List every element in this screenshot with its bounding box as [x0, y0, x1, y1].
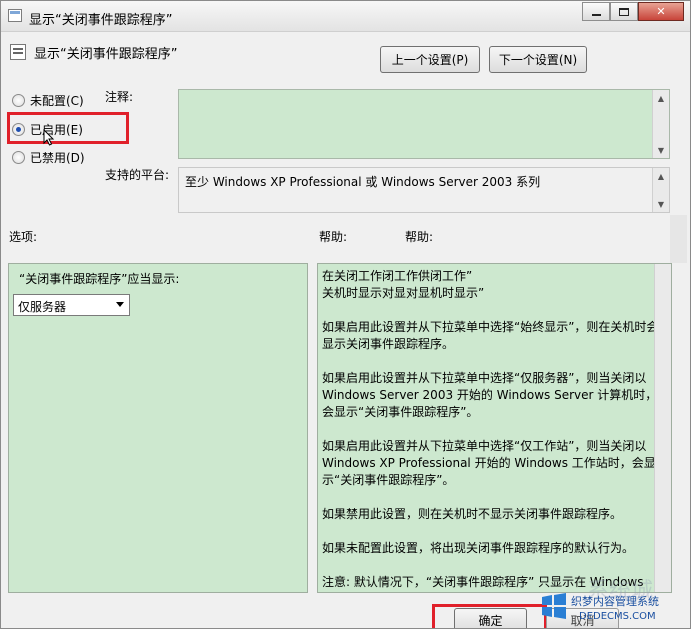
section-scrollbar[interactable] [670, 215, 687, 263]
close-button[interactable] [638, 2, 684, 21]
help-paragraph: 如果禁用此设置，则在关机时不显示关闭事件跟踪程序。 [322, 507, 623, 521]
help-text: 在关闭工作闭工作供闭工作” 关机时显示对显对显机时显示” 如果启用此设置并从下拉… [318, 264, 671, 591]
watermark: 系统城 织梦内容管理系统 DEDECMS.COM [539, 579, 689, 628]
scroll-up-icon[interactable]: ▲ [653, 90, 669, 106]
minimize-icon [591, 13, 601, 16]
title-bar[interactable]: 显示“关闭事件跟踪程序” [1, 1, 690, 32]
radio-not-configured[interactable]: 未配置(C) [12, 92, 84, 109]
radio-label: 已禁用(D) [30, 151, 85, 165]
comment-input[interactable]: ▲ ▼ [178, 89, 670, 159]
setting-title: 显示“关闭事件跟踪程序” [34, 47, 178, 62]
help-paragraph: 在关闭工作闭工作供闭工作” 关机时显示对显对显机时显示” [322, 269, 485, 300]
maximize-icon [619, 7, 629, 16]
help-paragraph: 如果未配置此设置，将出现关闭事件跟踪程序的默认行为。 [322, 541, 635, 555]
help-panel: 在关闭工作闭工作供闭工作” 关机时显示对显对显机时显示” 如果启用此设置并从下拉… [317, 263, 672, 593]
display-mode-dropdown[interactable]: 仅服务器 [13, 294, 130, 316]
platform-label: 支持的平台: [105, 168, 170, 182]
comment-scrollbar[interactable]: ▲ ▼ [652, 90, 669, 158]
enabled-highlight-frame [7, 112, 129, 144]
watermark-text: 织梦内容管理系统 [571, 595, 659, 608]
radio-circle[interactable] [12, 151, 25, 164]
options-prompt: “关闭事件跟踪程序”应当显示: [19, 272, 180, 286]
maximize-button[interactable] [610, 2, 638, 21]
dropdown-value: 仅服务器 [18, 300, 67, 314]
next-setting-button[interactable]: 下一个设置(N) [489, 46, 587, 73]
help-paragraph: 如果启用此设置并从下拉菜单中选择“仅服务器”，则当关闭以 Windows Ser… [322, 371, 658, 419]
platform-field: 至少 Windows XP Professional 或 Windows Ser… [178, 167, 670, 213]
help-paragraph: 如果启用此设置并从下拉菜单中选择“仅工作站”，则当关闭以 Windows XP … [322, 439, 656, 487]
minimize-button[interactable] [582, 2, 610, 21]
watermark-domain: DEDECMS.COM [579, 611, 656, 622]
window-title: 显示“关闭事件跟踪程序” [29, 13, 173, 28]
platform-scrollbar[interactable]: ▲ ▼ [652, 168, 669, 212]
windows-logo-icon [542, 593, 566, 619]
help-label-duplicate: 帮助: [405, 230, 434, 244]
scroll-down-icon[interactable]: ▼ [653, 196, 669, 212]
platform-value: 至少 Windows XP Professional 或 Windows Ser… [185, 175, 541, 189]
setting-icon [10, 44, 26, 60]
help-scrollbar[interactable] [654, 264, 671, 592]
radio-label: 未配置(C) [30, 94, 84, 108]
scroll-down-icon[interactable]: ▼ [653, 142, 669, 158]
dialog-window: 显示“关闭事件跟踪程序” 显示“关闭事件跟踪程序” 上一个设置(P) 下一个设置… [0, 0, 691, 629]
mouse-cursor-icon [43, 129, 55, 146]
scroll-up-icon[interactable]: ▲ [653, 168, 669, 184]
options-label: 选项: [9, 230, 38, 244]
ok-highlight-frame [432, 604, 547, 628]
chevron-down-icon [116, 302, 124, 307]
policy-icon [8, 9, 22, 22]
comment-label: 注释: [105, 90, 134, 104]
radio-disabled[interactable]: 已禁用(D) [12, 149, 85, 166]
help-label: 帮助: [319, 230, 348, 244]
help-paragraph: 如果启用此设置并从下拉菜单中选择“始终显示”，则在关机时会显示关闭事件跟踪程序。 [322, 320, 659, 351]
radio-circle[interactable] [12, 94, 25, 107]
options-panel: “关闭事件跟踪程序”应当显示: 仅服务器 [8, 263, 308, 593]
prev-setting-button[interactable]: 上一个设置(P) [380, 46, 480, 73]
window-controls [582, 2, 684, 21]
